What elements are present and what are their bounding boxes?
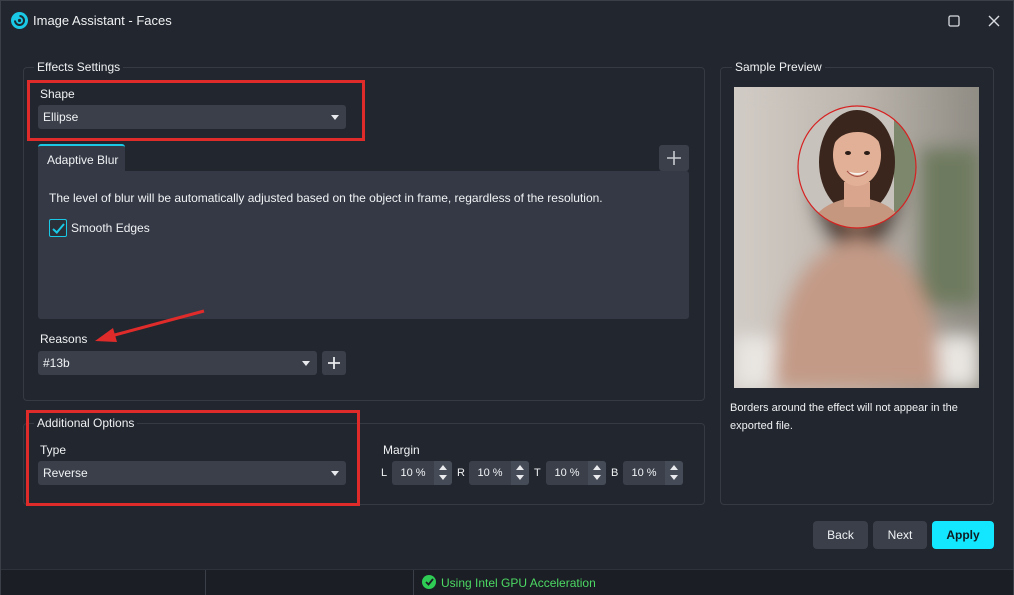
margin-label: Margin <box>383 443 420 457</box>
smooth-edges-label: Smooth Edges <box>71 221 150 235</box>
gpu-status-text: Using Intel GPU Acceleration <box>441 576 596 590</box>
add-reason-button[interactable] <box>322 351 346 375</box>
margin-right-letter: R <box>457 467 465 479</box>
image-assistant-window: Image Assistant - Faces Effects Settings… <box>0 0 1014 595</box>
spin-arrows[interactable] <box>511 461 529 485</box>
add-effect-button[interactable] <box>659 145 689 171</box>
back-button[interactable]: Back <box>813 521 868 549</box>
spin-down-icon[interactable] <box>516 475 524 480</box>
spin-up-icon[interactable] <box>439 465 447 470</box>
reasons-label: Reasons <box>40 332 88 346</box>
app-logo-icon <box>11 12 28 29</box>
next-button[interactable]: Next <box>873 521 927 549</box>
status-divider <box>205 570 206 595</box>
window-title: Image Assistant - Faces <box>33 13 172 28</box>
chevron-down-icon <box>302 361 310 366</box>
close-icon <box>988 15 1000 27</box>
spin-down-icon[interactable] <box>670 475 678 480</box>
margin-left-value: 10 % <box>400 467 426 479</box>
close-button[interactable] <box>984 11 1004 31</box>
annotation-box-shape <box>27 80 365 141</box>
spin-down-icon[interactable] <box>593 475 601 480</box>
margin-right-value: 10 % <box>477 467 503 479</box>
maximize-icon <box>948 15 960 27</box>
margin-top-letter: T <box>534 467 541 479</box>
preview-note: Borders around the effect will not appea… <box>730 402 958 432</box>
reasons-select[interactable]: #13b <box>38 351 317 375</box>
margin-left-letter: L <box>381 467 388 479</box>
margin-left-spinbox[interactable]: 10 % <box>392 461 452 485</box>
status-check-icon <box>422 575 436 589</box>
plus-icon <box>328 357 340 369</box>
title-bar: Image Assistant - Faces <box>1 1 1013 41</box>
maximize-button[interactable] <box>944 11 964 31</box>
checkmark-icon <box>51 222 65 234</box>
effects-settings-label: Effects Settings <box>34 60 124 74</box>
spin-up-icon[interactable] <box>670 465 678 470</box>
apply-button[interactable]: Apply <box>932 521 994 549</box>
tab-adaptive-blur[interactable]: Adaptive Blur <box>38 144 125 171</box>
spin-arrows[interactable] <box>588 461 606 485</box>
annotation-arrow <box>95 309 205 342</box>
status-divider <box>413 570 414 595</box>
spin-arrows[interactable] <box>665 461 683 485</box>
blur-description: The level of blur will be automatically … <box>49 191 603 205</box>
spin-down-icon[interactable] <box>439 475 447 480</box>
margin-top-spinbox[interactable]: 10 % <box>546 461 606 485</box>
margin-right-spinbox[interactable]: 10 % <box>469 461 529 485</box>
sample-preview-label: Sample Preview <box>732 60 825 74</box>
spin-up-icon[interactable] <box>516 465 524 470</box>
spin-arrows[interactable] <box>434 461 452 485</box>
smooth-edges-checkbox[interactable] <box>49 219 67 237</box>
reasons-select-value: #13b <box>43 356 70 370</box>
margin-bottom-value: 10 % <box>631 467 657 479</box>
plus-icon <box>667 151 681 165</box>
margin-top-value: 10 % <box>554 467 580 479</box>
sample-preview-image <box>734 87 979 388</box>
margin-bottom-spinbox[interactable]: 10 % <box>623 461 683 485</box>
spin-up-icon[interactable] <box>593 465 601 470</box>
status-bar: Using Intel GPU Acceleration <box>1 569 1013 595</box>
annotation-box-additional <box>26 410 360 506</box>
margin-bottom-letter: B <box>611 467 619 479</box>
